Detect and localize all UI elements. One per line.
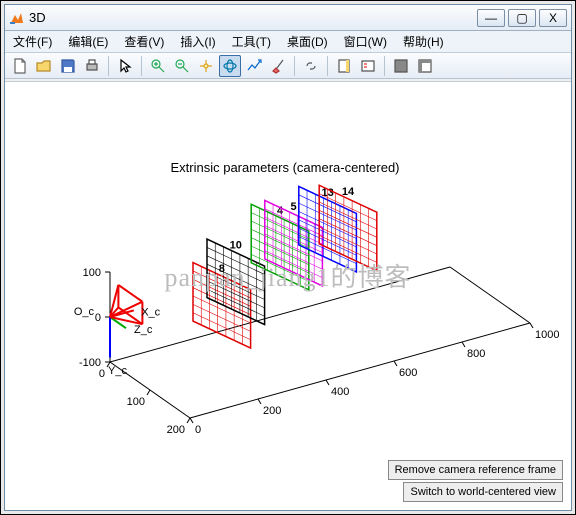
svg-text:0: 0: [95, 312, 101, 324]
menu-item-1[interactable]: 编辑(E): [60, 31, 116, 53]
menu-item-7[interactable]: 帮助(H): [395, 31, 452, 53]
svg-text:X_c: X_c: [141, 306, 160, 318]
remove-camera-frame-button[interactable]: Remove camera reference frame: [388, 460, 563, 480]
svg-text:-100: -100: [79, 357, 101, 369]
toolbar-separator: [141, 56, 142, 76]
save-icon[interactable]: [57, 55, 79, 77]
window-controls: — ▢ X: [477, 9, 567, 27]
insert-colorbar-icon[interactable]: [333, 55, 355, 77]
window-title: 3D: [29, 10, 477, 25]
svg-text:14: 14: [342, 186, 355, 198]
toolbar-separator: [294, 56, 295, 76]
figure-window: 3D — ▢ X 文件(F)编辑(E)查看(V)插入(I)工具(T)桌面(D)窗…: [4, 4, 572, 511]
svg-text:100: 100: [127, 396, 145, 408]
svg-text:0: 0: [195, 424, 201, 436]
title-bar[interactable]: 3D — ▢ X: [5, 5, 571, 31]
open-file-icon[interactable]: [33, 55, 55, 77]
svg-text:O_c: O_c: [74, 306, 95, 318]
close-button[interactable]: X: [539, 9, 567, 27]
svg-text:100: 100: [83, 267, 101, 279]
maximize-button[interactable]: ▢: [508, 9, 536, 27]
toolbar-separator: [108, 56, 109, 76]
link-icon[interactable]: [300, 55, 322, 77]
data-cursor-icon[interactable]: [243, 55, 265, 77]
svg-text:Z_c: Z_c: [134, 324, 153, 336]
svg-text:0: 0: [99, 368, 105, 380]
svg-text:Extrinsic parameters (camera-c: Extrinsic parameters (camera-centered): [170, 160, 399, 175]
zoom-in-icon[interactable]: [147, 55, 169, 77]
overlay-buttons: Remove camera reference frame Switch to …: [388, 460, 563, 502]
svg-text:5: 5: [291, 201, 297, 213]
svg-text:1000: 1000: [535, 329, 559, 341]
rotate-3d-icon[interactable]: [219, 55, 241, 77]
svg-text:400: 400: [331, 386, 349, 398]
zoom-out-icon[interactable]: [171, 55, 193, 77]
brush-icon[interactable]: [267, 55, 289, 77]
svg-text:600: 600: [399, 367, 417, 379]
toolbar-separator: [327, 56, 328, 76]
menu-item-6[interactable]: 窗口(W): [336, 31, 395, 53]
pointer-icon[interactable]: [114, 55, 136, 77]
menu-item-4[interactable]: 工具(T): [224, 31, 279, 53]
menu-bar: 文件(F)编辑(E)查看(V)插入(I)工具(T)桌面(D)窗口(W)帮助(H): [5, 31, 571, 53]
menu-item-0[interactable]: 文件(F): [5, 31, 60, 53]
svg-text:200: 200: [167, 424, 185, 436]
menu-item-5[interactable]: 桌面(D): [279, 31, 336, 53]
figure-window-outer: 3D — ▢ X 文件(F)编辑(E)查看(V)插入(I)工具(T)桌面(D)窗…: [0, 0, 576, 515]
pan-icon[interactable]: [195, 55, 217, 77]
switch-view-button[interactable]: Switch to world-centered view: [403, 482, 563, 502]
svg-text:200: 200: [263, 405, 281, 417]
menu-item-3[interactable]: 插入(I): [172, 31, 223, 53]
toolbar: [5, 53, 571, 79]
svg-text:10: 10: [230, 240, 242, 252]
new-file-icon[interactable]: [9, 55, 31, 77]
hide-plot-tools-icon[interactable]: [390, 55, 412, 77]
axes-3d[interactable]: Extrinsic parameters (camera-centered)02…: [5, 82, 565, 482]
svg-text:800: 800: [467, 348, 485, 360]
matlab-icon: [9, 10, 25, 26]
show-plot-tools-icon[interactable]: [414, 55, 436, 77]
axes-area[interactable]: panpan_jiang1的博客 Extrinsic parameters (c…: [5, 81, 571, 510]
toolbar-separator: [384, 56, 385, 76]
menu-item-2[interactable]: 查看(V): [116, 31, 172, 53]
svg-text:8: 8: [219, 263, 225, 275]
print-icon[interactable]: [81, 55, 103, 77]
minimize-button[interactable]: —: [477, 9, 505, 27]
svg-text:Y_c: Y_c: [108, 365, 127, 377]
insert-legend-icon[interactable]: [357, 55, 379, 77]
